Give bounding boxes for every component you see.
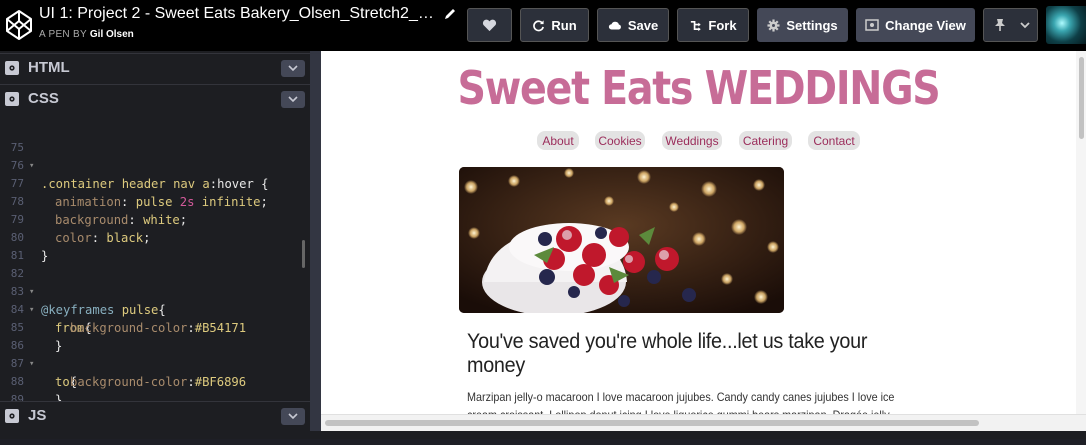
- nav-link-cookies[interactable]: Cookies: [595, 131, 645, 150]
- preview-heading: You've saved you're whole life...let us …: [467, 329, 868, 377]
- html-settings-gear-icon[interactable]: [5, 61, 19, 75]
- nav-link-weddings[interactable]: Weddings: [662, 131, 722, 150]
- css-collapse-chevron-icon[interactable]: [281, 91, 305, 108]
- run-button[interactable]: Run: [520, 8, 589, 42]
- js-collapse-chevron-icon[interactable]: [281, 408, 305, 425]
- gear-icon: [767, 18, 780, 32]
- code-line: 79 color: black;: [0, 193, 306, 245]
- js-settings-gear-icon[interactable]: [5, 409, 19, 423]
- fork-label: Fork: [708, 17, 737, 33]
- code-line: 86 ▾ to{: [0, 319, 306, 389]
- css-code-editor[interactable]: 75 ▾ .container header nav a:hover { 76 …: [0, 120, 310, 425]
- css-editor-header[interactable]: CSS: [0, 84, 310, 112]
- preview-horizontal-scrollbar[interactable]: [325, 420, 979, 426]
- code-line: 80 }: [0, 211, 306, 263]
- pin-icon: [995, 19, 1005, 31]
- byline: A PEN BY Gil Olsen: [39, 29, 134, 40]
- top-bar: UI 1: Project 2 - Sweet Eats Bakery_Olse…: [0, 0, 1086, 51]
- wedding-cake-image: [459, 167, 784, 313]
- css-editor-label: CSS: [28, 90, 59, 107]
- pen-title[interactable]: UI 1: Project 2 - Sweet Eats Bakery_Olse…: [39, 5, 437, 23]
- editor-pane: HTML CSS 75 ▾ .container header nav a:ho…: [0, 51, 310, 431]
- refresh-icon: [533, 19, 545, 31]
- code-scrollbar[interactable]: [302, 240, 305, 268]
- nav-link-catering[interactable]: Catering: [739, 131, 792, 150]
- change-view-button[interactable]: Change View: [856, 8, 975, 42]
- save-button[interactable]: Save: [597, 8, 669, 42]
- fork-button[interactable]: Fork: [677, 8, 749, 42]
- html-collapse-chevron-icon[interactable]: [281, 60, 305, 77]
- codepen-logo-icon[interactable]: [4, 8, 34, 42]
- settings-label: Settings: [786, 17, 838, 33]
- code-line: 82 ▾ @keyframes pulse{: [0, 247, 306, 317]
- pin-dropdown-button[interactable]: [983, 8, 1038, 42]
- fork-icon: [691, 20, 702, 31]
- html-editor-label: HTML: [28, 59, 70, 76]
- code-line: 76: [0, 139, 306, 172]
- change-view-label: Change View: [885, 17, 966, 33]
- pencil-edit-icon[interactable]: [443, 7, 457, 21]
- code-line: 89 }: [0, 373, 306, 425]
- chevron-down-icon: [1020, 21, 1030, 28]
- code-line: 81: [0, 229, 306, 262]
- code-line: 78 background: white;: [0, 175, 306, 227]
- code-line: 75 ▾ .container header nav a:hover {: [0, 121, 306, 191]
- heart-icon: [482, 19, 497, 31]
- site-title: Sweet Eats WEDDINGS: [457, 61, 941, 115]
- code-line: 85 }: [0, 301, 306, 353]
- nav-link-contact[interactable]: Contact: [808, 131, 860, 150]
- code-line: 84 background-color:#B54171: [0, 283, 306, 335]
- code-line: 77 animation: pulse 2s infinite;: [0, 157, 306, 209]
- preview-vertical-scrollbar[interactable]: [1079, 57, 1084, 139]
- code-line: 87 background-color:#BF6896: [0, 337, 306, 389]
- js-editor-header[interactable]: JS: [0, 401, 310, 429]
- pane-resize-handle[interactable]: [310, 51, 321, 431]
- code-line: 88 }: [0, 355, 306, 407]
- js-editor-label: JS: [28, 407, 47, 424]
- run-label: Run: [551, 17, 577, 33]
- html-editor-header[interactable]: HTML: [0, 53, 310, 81]
- like-button[interactable]: [467, 8, 512, 42]
- css-settings-gear-icon[interactable]: [5, 92, 19, 106]
- footer-strip: [0, 431, 1086, 439]
- cloud-icon: [608, 21, 621, 29]
- nav-link-about[interactable]: About: [537, 131, 579, 150]
- preview-frame[interactable]: Sweet Eats WEDDINGS About Cookies Weddin…: [321, 51, 1086, 431]
- author-link[interactable]: Gil Olsen: [90, 29, 134, 40]
- byline-prefix: A PEN BY: [39, 29, 87, 40]
- layout-icon: [865, 19, 879, 31]
- user-avatar[interactable]: [1046, 6, 1086, 44]
- code-line: 83 ▾ from{: [0, 265, 306, 335]
- settings-button[interactable]: Settings: [757, 8, 848, 42]
- save-label: Save: [627, 17, 659, 33]
